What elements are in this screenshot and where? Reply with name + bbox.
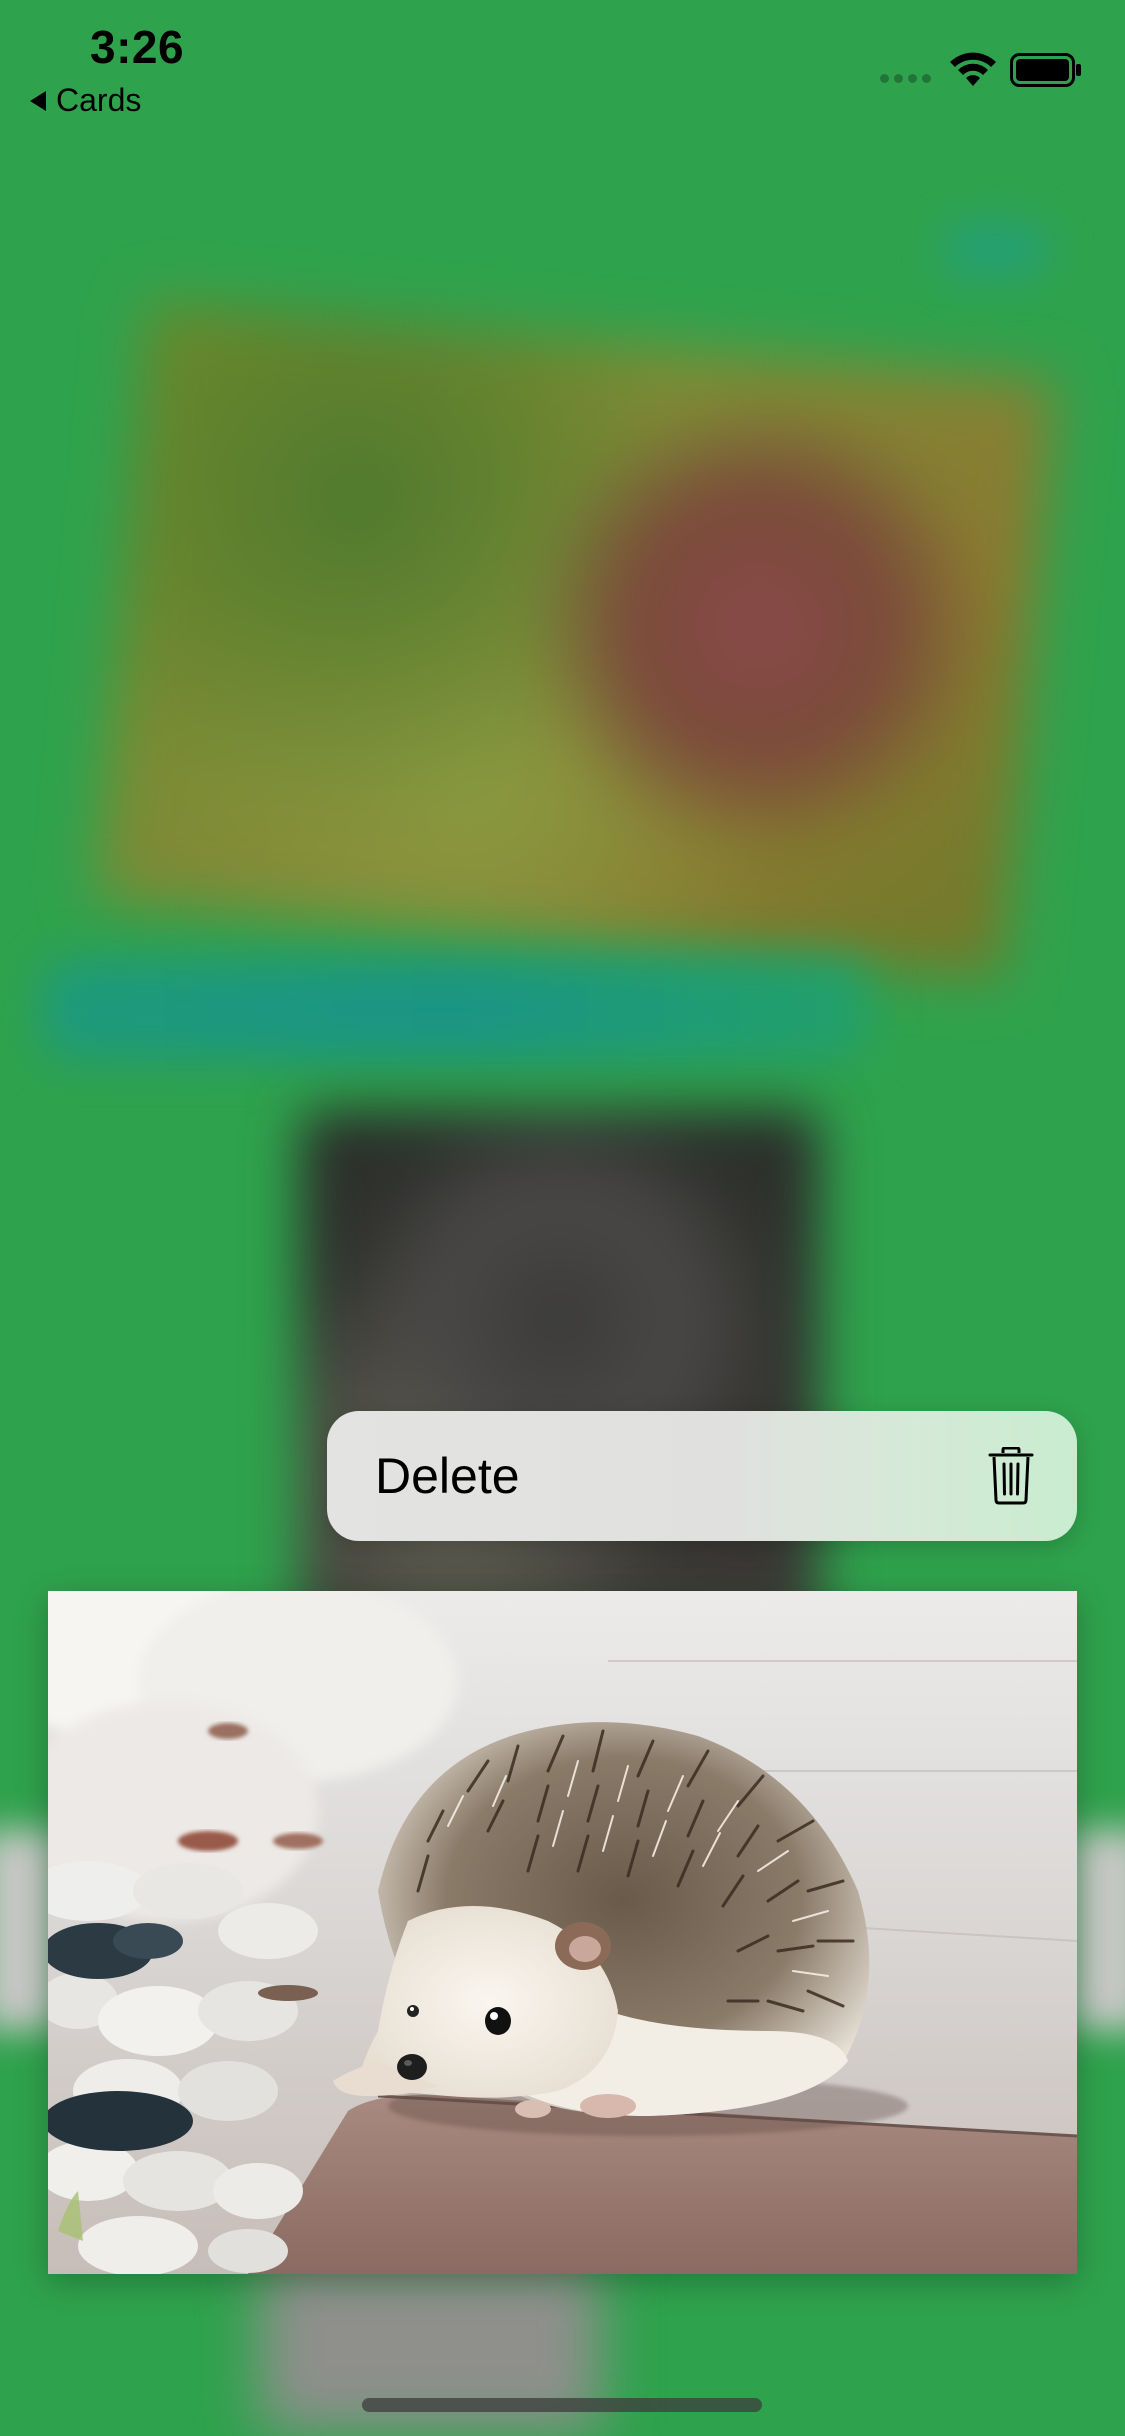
back-chevron-icon — [30, 90, 46, 111]
home-indicator[interactable] — [362, 2398, 762, 2412]
status-time: 3:26 — [90, 21, 185, 73]
cellular-signal-icon — [880, 74, 931, 83]
blurred-card-photo — [95, 301, 1055, 979]
hedgehog-photo — [48, 1591, 1077, 2274]
back-button[interactable]: Cards — [30, 82, 141, 119]
blurred-button — [940, 220, 1050, 280]
context-menu: Delete — [327, 1411, 1077, 1541]
blurred-edge-right — [1070, 1830, 1125, 2030]
trash-icon[interactable] — [987, 1447, 1035, 1505]
delete-menu-label[interactable]: Delete — [375, 1447, 520, 1505]
hedgehog-photo-card[interactable] — [48, 1591, 1077, 2274]
battery-icon — [1010, 53, 1081, 87]
blurred-card-strip — [40, 960, 870, 1060]
blurred-card-photo-2 — [300, 1110, 820, 1630]
wifi-icon — [950, 52, 996, 86]
back-label: Cards — [56, 82, 142, 118]
